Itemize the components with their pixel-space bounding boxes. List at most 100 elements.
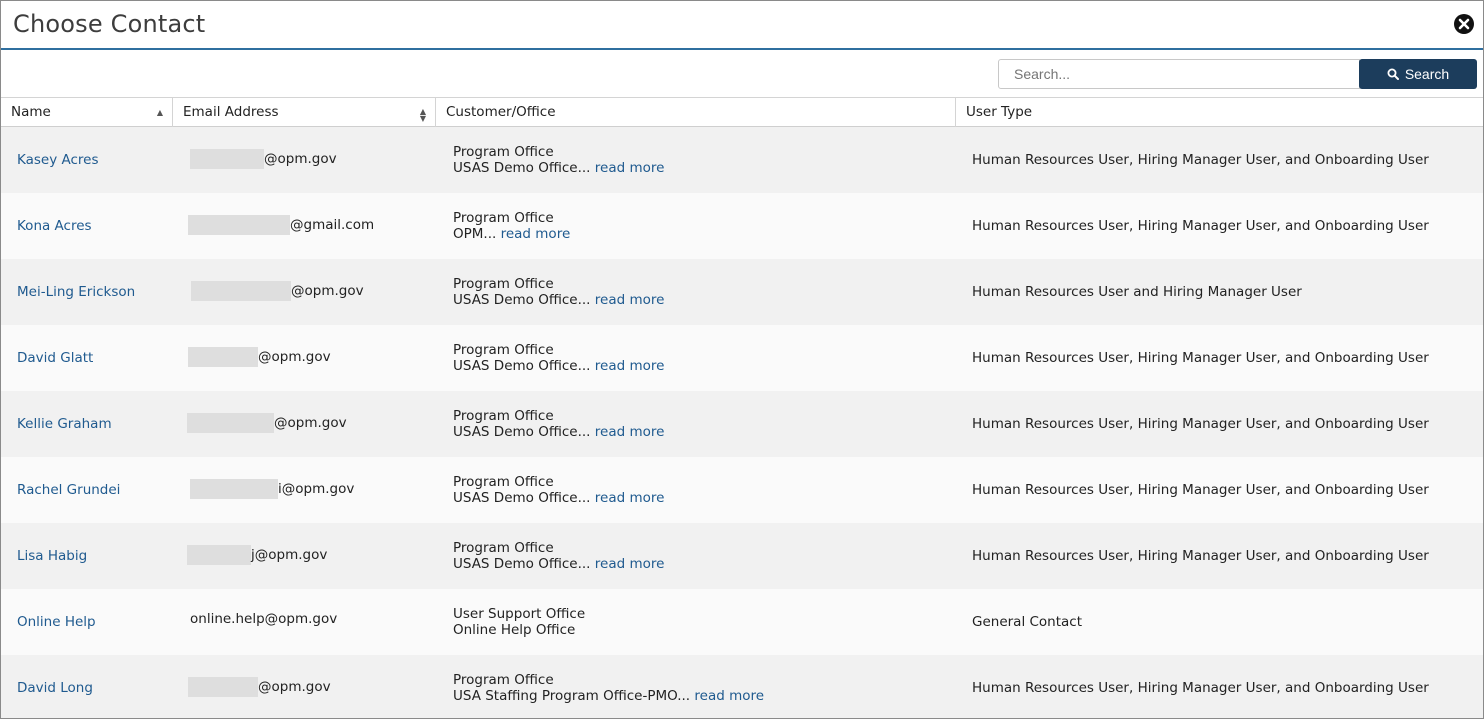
redacted-email-block [187, 413, 274, 433]
read-more-link[interactable]: read more [595, 358, 665, 374]
column-header-user-type: User Type [966, 104, 1033, 120]
office-name-text: USAS Demo Office... [453, 292, 591, 308]
office-name-text: USA Staffing Program Office-PMO... [453, 688, 691, 704]
read-more-link[interactable]: read more [595, 556, 665, 572]
office-name-text: USAS Demo Office... [453, 160, 591, 176]
office-name-text: OPM... [453, 226, 497, 242]
table-row[interactable]: Online Help online.help@opm.gov User Suppo… [1, 589, 1483, 655]
office-type: Program Office [453, 144, 554, 160]
table-row[interactable]: Mei-Ling Erickson @opm.gov Program Office U… [1, 259, 1483, 325]
office-type: Program Office [453, 672, 554, 688]
contact-name-link[interactable]: Kasey Acres [17, 152, 99, 168]
redacted-email-block [188, 215, 290, 235]
contact-name-link[interactable]: Rachel Grundei [17, 482, 120, 498]
email-cell: @opm.gov [188, 347, 331, 367]
office-name: USAS Demo Office... read more [453, 424, 664, 440]
office-type: Program Office [453, 540, 554, 556]
user-type-cell: Human Resources User, Hiring Manager Use… [972, 152, 1429, 168]
office-type: Program Office [453, 342, 554, 358]
table-row[interactable]: Kellie Graham @opm.gov Program Office USAS … [1, 391, 1483, 457]
redacted-email-block [190, 479, 278, 499]
read-more-link[interactable]: read more [501, 226, 571, 242]
dialog-header: Choose Contact [1, 1, 1483, 50]
office-cell: Program Office USAS Demo Office... read m… [453, 144, 664, 176]
office-name: OPM... read more [453, 226, 570, 242]
email-cell: online.help@opm.gov [190, 611, 337, 627]
email-text: online.help@opm.gov [190, 611, 338, 627]
user-type-cell: Human Resources User, Hiring Manager Use… [972, 416, 1429, 432]
office-name: Online Help Office [453, 622, 585, 638]
email-cell: @opm.gov [188, 677, 331, 697]
email-text: j@opm.gov [251, 547, 328, 563]
user-type-cell: Human Resources User, Hiring Manager Use… [972, 680, 1429, 696]
office-name-text: USAS Demo Office... [453, 358, 591, 374]
office-name-text: USAS Demo Office... [453, 424, 591, 440]
email-cell: @gmail.com [188, 215, 374, 235]
email-text: @opm.gov [274, 415, 347, 431]
office-type: Program Office [453, 474, 554, 490]
office-cell: Program Office USA Staffing Program Offic… [453, 672, 764, 704]
table-row[interactable]: David Long @opm.gov Program Office USA Staf… [1, 655, 1483, 718]
table-row[interactable]: Kona Acres @gmail.com Program Office OPM...… [1, 193, 1483, 259]
close-icon[interactable] [1454, 14, 1474, 34]
office-name-text: Online Help Office [453, 622, 576, 638]
table-row[interactable]: Rachel Grundei i@opm.gov Program Office USA… [1, 457, 1483, 523]
email-text: i@opm.gov [278, 481, 355, 497]
table-row[interactable]: Lisa Habig j@opm.gov Program Office USAS De… [1, 523, 1483, 589]
email-text: @opm.gov [258, 679, 331, 695]
search-button-label: Search [1404, 66, 1450, 82]
read-more-link[interactable]: read more [694, 688, 764, 704]
contact-name-link[interactable]: Mei-Ling Erickson [17, 284, 135, 300]
column-header-email[interactable]: Email Address ▲ ▼ [173, 98, 436, 127]
email-cell: i@opm.gov [190, 479, 354, 499]
office-name: USAS Demo Office... read more [453, 160, 664, 176]
read-more-link[interactable]: read more [595, 292, 665, 308]
office-type: Program Office [453, 210, 554, 226]
user-type-cell: Human Resources User, Hiring Manager Use… [972, 218, 1429, 234]
email-text: @opm.gov [291, 283, 364, 299]
email-cell: @opm.gov [191, 281, 364, 301]
search-button[interactable]: Search [1359, 59, 1477, 89]
email-cell: @opm.gov [190, 149, 337, 169]
redacted-email-block [188, 347, 258, 367]
table-row[interactable]: David Glatt @opm.gov Program Office USAS De… [1, 325, 1483, 391]
redacted-email-block [188, 677, 258, 697]
office-cell: Program Office USAS Demo Office... read m… [453, 276, 664, 308]
office-cell: Program Office USAS Demo Office... read m… [453, 540, 664, 572]
office-cell: Program Office USAS Demo Office... read m… [453, 474, 664, 506]
search-input[interactable] [998, 59, 1360, 89]
office-cell: Program Office OPM... read more [453, 210, 570, 242]
office-cell: User Support Office Online Help Office [453, 606, 585, 638]
contact-name-link[interactable]: Kellie Graham [17, 416, 112, 432]
office-type: Program Office [453, 408, 554, 424]
column-header-name[interactable]: Name ▲ [1, 98, 173, 127]
contact-name-link[interactable]: David Long [17, 680, 93, 696]
contact-name-link[interactable]: Lisa Habig [17, 548, 87, 564]
office-cell: Program Office USAS Demo Office... read m… [453, 342, 664, 374]
office-name: USA Staffing Program Office-PMO... read … [453, 688, 764, 704]
user-type-cell: Human Resources User and Hiring Manager … [972, 284, 1302, 300]
read-more-link[interactable]: read more [595, 424, 665, 440]
office-name-text: USAS Demo Office... [453, 556, 591, 572]
office-name: USAS Demo Office... read more [453, 490, 664, 506]
contact-name-link[interactable]: Kona Acres [17, 218, 92, 234]
office-name: USAS Demo Office... read more [453, 556, 664, 572]
redacted-email-block [190, 149, 264, 169]
table-row[interactable]: Kasey Acres @opm.gov Program Office USAS De… [1, 127, 1483, 193]
contact-name-link[interactable]: Online Help [17, 614, 96, 630]
redacted-email-block [191, 281, 291, 301]
redacted-email-block [187, 545, 251, 565]
sort-ascending-icon: ▲ [156, 108, 163, 117]
office-type: Program Office [453, 276, 554, 292]
office-name-text: USAS Demo Office... [453, 490, 591, 506]
office-name: USAS Demo Office... read more [453, 292, 664, 308]
column-header-office: Customer/Office [436, 98, 956, 127]
office-type: User Support Office [453, 606, 586, 622]
dialog-title: Choose Contact [13, 10, 206, 38]
email-text: @opm.gov [264, 151, 337, 167]
read-more-link[interactable]: read more [595, 160, 665, 176]
email-text: @opm.gov [258, 349, 331, 365]
email-text: @gmail.com [290, 217, 375, 233]
contact-name-link[interactable]: David Glatt [17, 350, 93, 366]
read-more-link[interactable]: read more [595, 490, 665, 506]
